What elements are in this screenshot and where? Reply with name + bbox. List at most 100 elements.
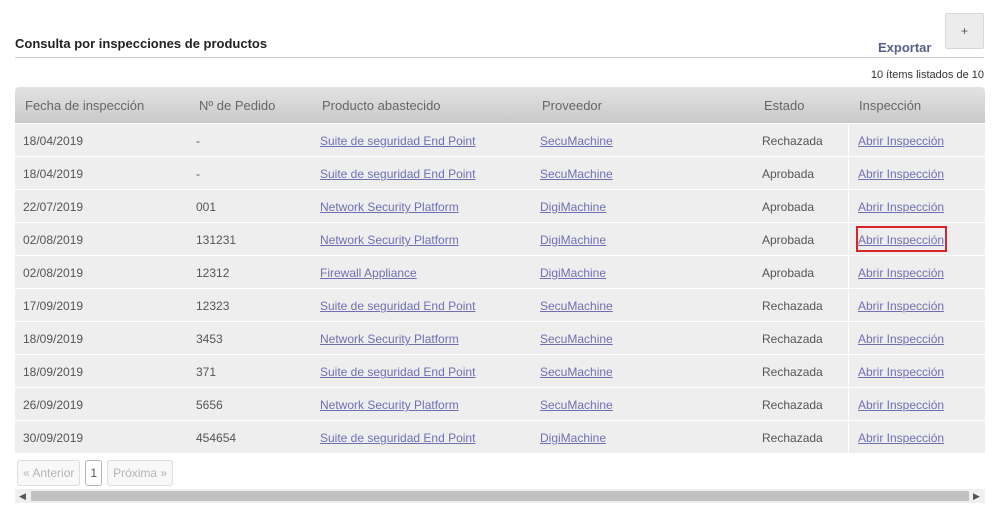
cell-fecha: 18/09/2019 (23, 332, 84, 346)
pagination: « Anterior 1 Próxima » (17, 460, 174, 486)
open-inspection-link[interactable]: Abrir Inspección (858, 233, 944, 247)
cell-pedido: - (196, 134, 200, 148)
open-inspection-link[interactable]: Abrir Inspección (858, 266, 944, 280)
cell-fecha: 18/04/2019 (23, 167, 84, 181)
cell-fecha: 18/04/2019 (23, 134, 84, 148)
next-page-button[interactable]: Próxima » (107, 460, 174, 486)
supplier-link[interactable]: SecuMachine (540, 332, 613, 346)
column-divider (848, 289, 849, 321)
table-row: 18/09/2019 371 Suite de seguridad End Poin… (15, 354, 985, 387)
product-link[interactable]: Network Security Platform (320, 332, 459, 346)
horizontal-scrollbar[interactable]: ◀ ▶ (15, 489, 985, 503)
column-header-proveedor[interactable]: Proveedor (542, 98, 602, 113)
open-inspection-link[interactable]: Abrir Inspección (858, 365, 944, 379)
column-header-inspeccion[interactable]: Inspección (859, 98, 921, 113)
open-inspection-link[interactable]: Abrir Inspección (858, 431, 944, 445)
table-row: 18/04/2019 - Suite de seguridad End Point S… (15, 123, 985, 156)
product-link[interactable]: Suite de seguridad End Point (320, 299, 475, 313)
product-link[interactable]: Suite de seguridad End Point (320, 134, 475, 148)
status-text: Rechazada (762, 332, 823, 346)
supplier-link[interactable]: SecuMachine (540, 134, 613, 148)
column-divider (848, 322, 849, 354)
cell-fecha: 30/09/2019 (23, 431, 84, 445)
supplier-link[interactable]: SecuMachine (540, 398, 613, 412)
table-body: 18/04/2019 - Suite de seguridad End Point S… (15, 123, 985, 453)
supplier-link[interactable]: DigiMachine (540, 200, 606, 214)
title-divider (15, 57, 984, 58)
status-text: Rechazada (762, 431, 823, 445)
column-divider (848, 157, 849, 189)
status-text: Rechazada (762, 365, 823, 379)
inspections-table: Fecha de inspección Nº de Pedido Product… (15, 87, 985, 453)
table-row: 17/09/2019 12323 Suite de seguridad End Po… (15, 288, 985, 321)
supplier-link[interactable]: DigiMachine (540, 431, 606, 445)
cell-pedido: 131231 (196, 233, 237, 247)
product-link[interactable]: Suite de seguridad End Point (320, 167, 475, 181)
cell-fecha: 22/07/2019 (23, 200, 84, 214)
cell-fecha: 18/09/2019 (23, 365, 84, 379)
cell-pedido: 12312 (196, 266, 230, 280)
open-inspection-link[interactable]: Abrir Inspección (858, 398, 944, 412)
cell-pedido: 12323 (196, 299, 230, 313)
table-row: 18/04/2019 - Suite de seguridad End Point S… (15, 156, 985, 189)
open-inspection-link[interactable]: Abrir Inspección (858, 167, 944, 181)
column-divider (848, 223, 849, 255)
items-count: 10 ítems listados de 10 (870, 69, 984, 81)
scroll-right-icon[interactable]: ▶ (973, 490, 980, 502)
column-header-estado[interactable]: Estado (764, 98, 804, 113)
column-header-fecha[interactable]: Fecha de inspección (25, 98, 144, 113)
supplier-link[interactable]: DigiMachine (540, 266, 606, 280)
column-header-pedido[interactable]: Nº de Pedido (199, 98, 275, 113)
scroll-left-icon[interactable]: ◀ (19, 490, 26, 502)
table-row: 02/08/2019 131231 Network Security Platfor… (15, 222, 985, 255)
supplier-link[interactable]: SecuMachine (540, 167, 613, 181)
column-divider (848, 124, 849, 156)
column-divider (848, 388, 849, 420)
product-link[interactable]: Network Security Platform (320, 200, 459, 214)
open-inspection-link[interactable]: Abrir Inspección (858, 299, 944, 313)
cell-pedido: 371 (196, 365, 217, 379)
product-link[interactable]: Suite de seguridad End Point (320, 365, 475, 379)
status-text: Aprobada (762, 167, 815, 181)
supplier-link[interactable]: SecuMachine (540, 365, 613, 379)
table-row: 26/09/2019 5656 Network Security Platform S… (15, 387, 985, 420)
status-text: Aprobada (762, 233, 815, 247)
export-button[interactable]: Exportar (878, 40, 931, 55)
table-header: Fecha de inspección Nº de Pedido Product… (15, 87, 985, 123)
table-row: 18/09/2019 3453 Network Security Platform S… (15, 321, 985, 354)
status-text: Aprobada (762, 200, 815, 214)
column-divider (848, 421, 849, 453)
column-divider (848, 190, 849, 222)
cell-pedido: 3453 (196, 332, 223, 346)
cell-fecha: 26/09/2019 (23, 398, 84, 412)
open-inspection-link[interactable]: Abrir Inspección (858, 134, 944, 148)
table-row: 30/09/2019 454654 Suite de seguridad End P… (15, 420, 985, 453)
product-link[interactable]: Firewall Appliance (320, 266, 417, 280)
cell-fecha: 17/09/2019 (23, 299, 84, 313)
column-header-producto[interactable]: Producto abastecido (322, 98, 441, 113)
table-row: 02/08/2019 12312 Firewall Appliance DigiMac… (15, 255, 985, 288)
cell-pedido: - (196, 167, 200, 181)
supplier-link[interactable]: SecuMachine (540, 299, 613, 313)
page-title: Consulta por inspecciones de productos (15, 36, 268, 51)
product-link[interactable]: Network Security Platform (320, 398, 459, 412)
table-row: 22/07/2019 001 Network Security Platform Di… (15, 189, 985, 222)
prev-page-button[interactable]: « Anterior (17, 460, 81, 486)
supplier-link[interactable]: DigiMachine (540, 233, 606, 247)
status-text: Rechazada (762, 134, 823, 148)
column-divider (848, 256, 849, 288)
scrollbar-thumb[interactable] (31, 491, 969, 501)
product-link[interactable]: Suite de seguridad End Point (320, 431, 475, 445)
cell-pedido: 001 (196, 200, 217, 214)
product-link[interactable]: Network Security Platform (320, 233, 459, 247)
cell-pedido: 454654 (196, 431, 237, 445)
add-button[interactable]: + (945, 13, 984, 49)
status-text: Rechazada (762, 398, 823, 412)
column-divider (848, 355, 849, 387)
status-text: Rechazada (762, 299, 823, 313)
cell-pedido: 5656 (196, 398, 223, 412)
open-inspection-link[interactable]: Abrir Inspección (858, 200, 944, 214)
page-1-button[interactable]: 1 (85, 460, 103, 486)
open-inspection-link[interactable]: Abrir Inspección (858, 332, 944, 346)
cell-fecha: 02/08/2019 (23, 233, 84, 247)
